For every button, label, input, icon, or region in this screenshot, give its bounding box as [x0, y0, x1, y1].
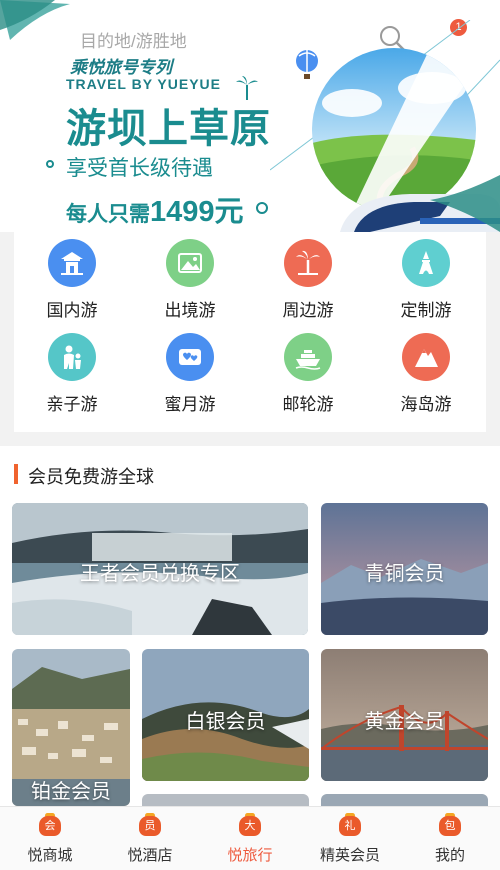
family-icon: [48, 333, 96, 381]
bullet-dot: [256, 202, 268, 214]
category-label: 海岛游: [400, 395, 452, 414]
section-accent-bar: [14, 464, 18, 484]
section-title: 会员免费游全球: [28, 467, 154, 487]
category-family[interactable]: 亲子游: [22, 333, 122, 415]
promo-series: 乘悦旅号专列: [70, 58, 172, 77]
lucky-bag-icon: 礼: [339, 813, 361, 837]
promo-price: 每人只需1499元: [66, 188, 244, 230]
tab-label: 我的: [434, 847, 465, 864]
category-domestic[interactable]: 国内游: [22, 239, 122, 321]
promo-title: 游坝上草原: [66, 107, 271, 151]
membership-section: 会员免费游全球 王者会员兑换专区 青铜会员 铂金会员 白银会员 黄金会员: [0, 446, 500, 814]
category-cruise[interactable]: 邮轮游: [258, 333, 358, 415]
tab-label: 悦酒店: [127, 847, 173, 864]
promo-banner[interactable]: 目的地/游胜地 1 乘悦旅号专列 TRAVEL BY YUEYUE 游坝上草原 …: [0, 0, 500, 232]
category-nearby[interactable]: 周边游: [258, 239, 358, 321]
promo-subtitle: 享受首长级待遇: [66, 157, 213, 180]
tab-label: 悦商城: [27, 847, 73, 864]
category-label: 国内游: [46, 301, 98, 320]
category-grid: 国内游 出境游 周边游 定制游 亲子游 蜜月游 邮轮游 海岛游: [14, 232, 486, 432]
category-custom[interactable]: 定制游: [376, 239, 476, 321]
category-island[interactable]: 海岛游: [376, 333, 476, 415]
category-outbound[interactable]: 出境游: [140, 239, 240, 321]
palm-leaf-decoration: [0, 0, 70, 40]
lucky-bag-icon: 包: [439, 813, 461, 837]
card-label: 王者会员兑换专区: [80, 563, 240, 585]
tab-elite-member[interactable]: 礼 精英会员: [300, 807, 400, 870]
category-label: 定制游: [400, 301, 452, 320]
membership-card-king[interactable]: 王者会员兑换专区: [12, 503, 308, 635]
card-label: 铂金会员: [31, 781, 111, 803]
category-label: 蜜月游: [164, 395, 216, 414]
lucky-bag-icon: 大: [239, 813, 261, 837]
landscape-icon: [166, 239, 214, 287]
lucky-bag-icon: 会: [39, 813, 61, 837]
palm-tree-icon: [284, 239, 332, 287]
temple-icon: [48, 239, 96, 287]
bottom-tab-bar: 会 悦商城 员 悦酒店 大 悦旅行 礼 精英会员 包 我的: [0, 806, 500, 870]
palm-leaf-decoration: [430, 175, 500, 232]
tab-mall[interactable]: 会 悦商城: [0, 807, 100, 870]
promo-price-prefix: 每人只需: [66, 203, 150, 226]
category-label: 亲子游: [46, 395, 98, 414]
tab-label: 悦旅行: [227, 847, 273, 864]
tower-icon: [402, 239, 450, 287]
tab-me[interactable]: 包 我的: [400, 807, 500, 870]
category-honeymoon[interactable]: 蜜月游: [140, 333, 240, 415]
bullet-dot: [46, 160, 54, 168]
category-label: 出境游: [164, 301, 216, 320]
card-label: 白银会员: [185, 711, 266, 733]
hearts-icon: [166, 333, 214, 381]
card-label: 黄金会员: [364, 711, 445, 733]
balloon-icon: [296, 50, 318, 79]
promo-price-value: 1499元: [150, 196, 244, 228]
search-input[interactable]: 目的地/游胜地: [80, 27, 187, 52]
promo-series-en: TRAVEL BY YUEYUE: [66, 76, 222, 92]
tab-travel[interactable]: 大 悦旅行: [200, 807, 300, 870]
category-label: 周边游: [282, 301, 334, 320]
membership-card-platinum[interactable]: 铂金会员: [12, 649, 130, 806]
category-label: 邮轮游: [282, 395, 334, 414]
card-label: 青铜会员: [364, 563, 445, 585]
tab-label: 精英会员: [319, 847, 380, 864]
cruise-ship-icon: [284, 333, 332, 381]
membership-card-gold[interactable]: 黄金会员: [321, 649, 488, 781]
membership-card-silver[interactable]: 白银会员: [142, 649, 309, 781]
tab-hotel[interactable]: 员 悦酒店: [100, 807, 200, 870]
mountain-icon: [402, 333, 450, 381]
membership-card-bronze[interactable]: 青铜会员: [321, 503, 488, 635]
lucky-bag-icon: 员: [139, 813, 161, 837]
